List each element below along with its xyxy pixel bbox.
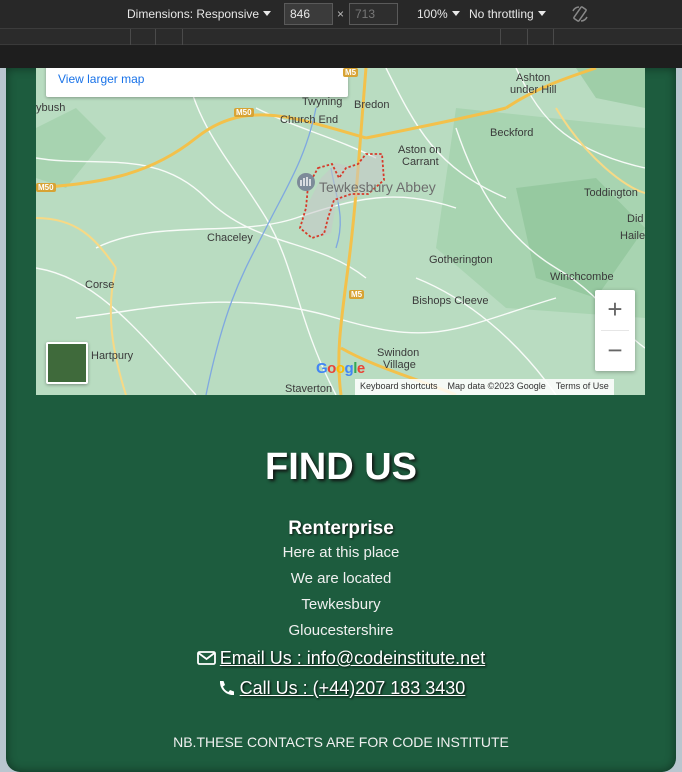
- address-line-4: Gloucestershire: [288, 622, 394, 639]
- company-name: Renterprise: [288, 518, 394, 539]
- envelope-icon: [196, 651, 216, 665]
- chevron-down-icon: [263, 11, 272, 16]
- phone-icon: [219, 681, 234, 696]
- phone-link[interactable]: Call Us : (+44)207 183 3430: [0, 678, 682, 699]
- phone-text: Call Us : (+44)207 183 3430: [239, 678, 466, 698]
- map-label-church-end: Church End: [280, 114, 339, 126]
- zoom-out-button[interactable]: −: [595, 331, 635, 371]
- map-label-corse: Corse: [85, 279, 115, 291]
- devtools-toolbar: Dimensions: Responsive 846 × 713 100% No…: [0, 0, 682, 29]
- map-label-staverton: Staverton: [285, 383, 333, 395]
- zoom-in-button[interactable]: +: [595, 290, 635, 330]
- map-attribution-bar: Keyboard shortcuts Map data ©2023 Google T…: [355, 379, 614, 395]
- map-label-bredon: Bredon: [354, 99, 390, 111]
- map-label-toddington: Toddington: [584, 187, 638, 199]
- road-shield-m5-top: M5: [343, 68, 359, 77]
- road-shield-m50: M50: [234, 108, 254, 117]
- map-label-swindon: Swindon: [377, 347, 420, 359]
- map-label-haile: Haile: [620, 230, 645, 242]
- road-shield-m50-west: M50: [36, 183, 56, 192]
- email-link[interactable]: Email Us : info@codeinstitute.net: [0, 648, 682, 669]
- contacts-disclaimer: NB.THESE CONTACTS ARE FOR CODE INSTITUTE: [173, 734, 509, 750]
- email-text: Email Us : info@codeinstitute.net: [219, 648, 486, 668]
- map-label-bishops-cleeve: Bishops Cleeve: [412, 295, 489, 307]
- width-input[interactable]: 846: [284, 3, 333, 25]
- address-line-2: We are located: [290, 570, 392, 587]
- chevron-down-icon: [451, 11, 460, 16]
- address-line-1: Here at this place: [282, 544, 400, 561]
- zoom-label: 100%: [417, 7, 448, 21]
- terms-of-use-link[interactable]: Terms of Use: [551, 379, 614, 393]
- road-shield-m5: M5: [349, 290, 365, 299]
- map-label-carrant: Carrant: [402, 156, 439, 168]
- find-us-heading: FIND US: [265, 446, 417, 488]
- map-canvas: [36, 68, 645, 395]
- map-data-text: Map data ©2023 Google: [447, 381, 546, 391]
- map-label-hartpury: Hartpury: [91, 350, 134, 362]
- height-input[interactable]: 713: [349, 3, 398, 25]
- map-label-ashton-line2: under Hill: [510, 84, 557, 96]
- chevron-down-icon: [537, 11, 546, 16]
- page-viewport: View larger map Ashton under Hill Twynin…: [0, 68, 682, 772]
- map-label-twyning: Twyning: [302, 96, 343, 108]
- throttling-label: No throttling: [469, 7, 534, 21]
- dimensions-label: Dimensions: Responsive: [127, 7, 260, 21]
- map-label-winchcombe: Winchcombe: [550, 271, 614, 283]
- map-label-chaceley: Chaceley: [207, 232, 253, 244]
- rotate-icon[interactable]: [571, 5, 589, 23]
- map-info-card: View larger map: [46, 68, 348, 97]
- viewport-gutter: [0, 46, 682, 68]
- view-larger-map-link[interactable]: View larger map: [58, 72, 144, 86]
- dimensions-dropdown[interactable]: Dimensions: Responsive: [127, 7, 272, 21]
- keyboard-shortcuts-link[interactable]: Keyboard shortcuts: [355, 379, 443, 393]
- times-sign: ×: [337, 7, 345, 21]
- map-label-ashton: Ashton: [516, 72, 551, 84]
- map-zoom-controls: + −: [595, 290, 635, 371]
- throttling-dropdown[interactable]: No throttling: [469, 7, 546, 21]
- address-line-3: Tewkesbury: [301, 596, 381, 613]
- satellite-layer-toggle[interactable]: [46, 342, 88, 384]
- map-label-beckford: Beckford: [490, 127, 534, 139]
- map-label-swindon-village: Village: [383, 359, 416, 371]
- map-label-did: Did: [627, 213, 644, 225]
- google-logo: Google: [316, 360, 365, 377]
- map-label-gotherington: Gotherington: [429, 254, 493, 266]
- map-label-ybush: ybush: [36, 102, 66, 114]
- map-label-tewkesbury-abbey[interactable]: Tewkesbury Abbey: [319, 179, 436, 195]
- google-map[interactable]: View larger map Ashton under Hill Twynin…: [36, 68, 645, 395]
- media-query-ruler[interactable]: [0, 29, 682, 45]
- map-label-aston-on: Aston on: [398, 144, 442, 156]
- zoom-dropdown[interactable]: 100%: [417, 7, 460, 21]
